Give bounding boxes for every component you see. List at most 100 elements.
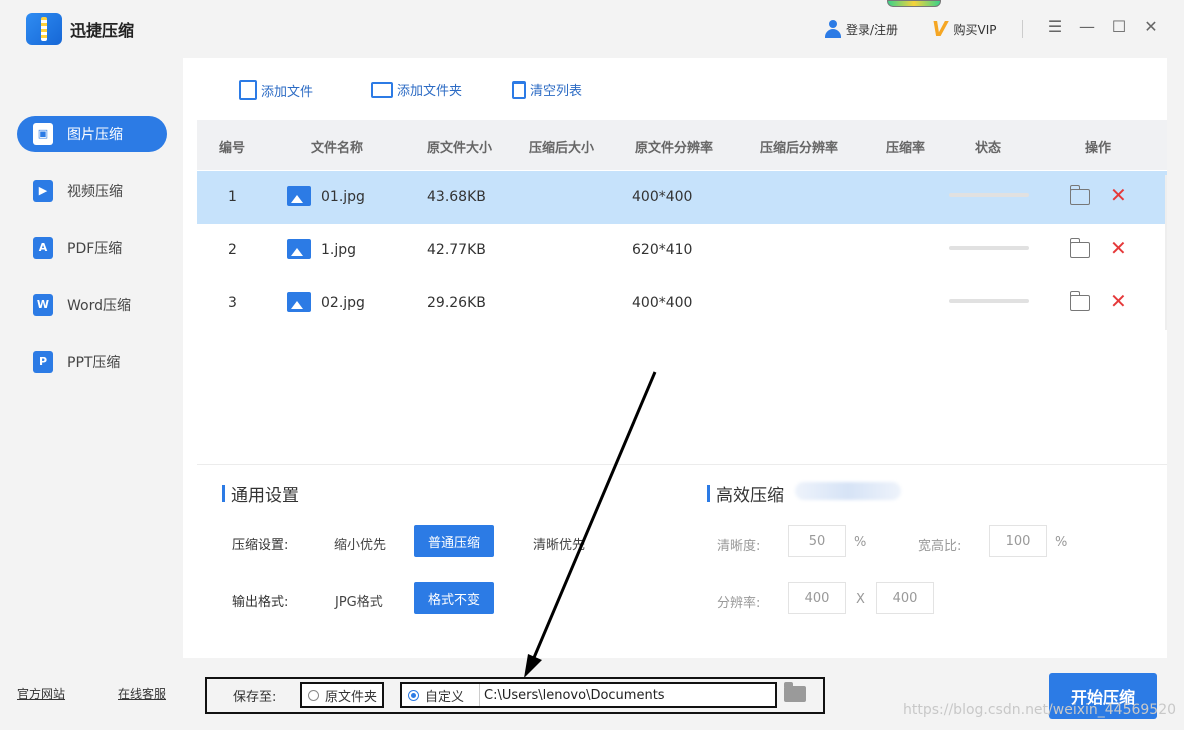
status-progress-bar	[949, 246, 1029, 250]
clear-list-button[interactable]: 清空列表	[512, 80, 582, 99]
table-header: 编号 文件名称 原文件大小 压缩后大小 原文件分辨率 压缩后分辨率 压缩率 状态…	[197, 120, 1167, 170]
website-link[interactable]: 官方网站	[17, 685, 65, 702]
output-format-label: 输出格式:	[232, 595, 289, 610]
clarity-label: 清晰度:	[717, 539, 761, 554]
resolution-width-input[interactable]: 400	[788, 582, 846, 614]
status-progress-bar	[949, 299, 1029, 303]
sidebar-item-label: PPT压缩	[67, 355, 121, 371]
close-button[interactable]: ✕	[1140, 16, 1162, 38]
section-marker	[707, 485, 710, 502]
delete-icon[interactable]: ✕	[1110, 238, 1127, 258]
file-resolution: 620*410	[632, 242, 693, 258]
login-button[interactable]: 登录/注册	[824, 20, 898, 38]
user-icon	[824, 20, 842, 38]
video-compress-icon: ▶	[33, 180, 53, 202]
menu-icon[interactable]: ☰	[1044, 16, 1066, 38]
table-divider	[1165, 175, 1167, 330]
column-header: 操作	[1085, 141, 1112, 156]
save-to-label: 保存至:	[233, 690, 277, 705]
column-header: 文件名称	[311, 141, 364, 156]
file-size: 43.68KB	[427, 189, 486, 205]
watermark: https://blog.csdn.net/weixin_44569520	[903, 702, 1177, 718]
general-settings-label: 通用设置	[231, 486, 299, 506]
delete-icon[interactable]: ✕	[1110, 185, 1127, 205]
settings-panel	[197, 464, 1167, 658]
efficient-compress-title: 高效压缩	[707, 481, 784, 506]
sidebar-item-word[interactable]: W Word压缩	[17, 287, 167, 323]
clear-list-label: 清空列表	[530, 84, 583, 99]
section-marker	[222, 485, 225, 502]
status-progress-bar	[949, 193, 1029, 197]
format-option-keep[interactable]: 格式不变	[414, 582, 494, 614]
add-file-button[interactable]: 添加文件	[239, 80, 313, 100]
clarity-unit: %	[854, 535, 867, 550]
sidebar-item-label: Word压缩	[67, 298, 131, 314]
sidebar-item-label: PDF压缩	[67, 241, 123, 257]
add-file-icon	[239, 80, 257, 100]
app-logo-icon	[26, 13, 62, 45]
output-path-input[interactable]	[479, 684, 764, 706]
add-folder-icon	[371, 81, 393, 98]
open-folder-icon[interactable]	[1069, 238, 1090, 258]
maximize-button[interactable]: ☐	[1108, 16, 1130, 38]
column-header: 状态	[975, 141, 1002, 156]
aspect-ratio-unit: %	[1055, 535, 1068, 550]
radio-original-folder[interactable]: 原文件夹	[300, 682, 384, 708]
title-bar: 迅捷压缩 登录/注册 V 购买VIP ☰ — ☐ ✕	[0, 0, 1184, 58]
pdf-compress-icon: A	[33, 237, 53, 259]
open-folder-icon[interactable]	[1069, 185, 1090, 205]
image-file-icon	[287, 186, 311, 206]
browse-folder-icon[interactable]	[784, 682, 806, 702]
column-header: 压缩后分辨率	[760, 141, 839, 156]
file-name: 01.jpg	[321, 189, 365, 205]
sidebar-item-ppt[interactable]: P PPT压缩	[17, 344, 167, 380]
compress-option-smaller[interactable]: 缩小优先	[334, 534, 386, 553]
vip-icon: V	[932, 17, 948, 41]
row-number: 2	[228, 242, 237, 258]
vip-status-strip	[887, 0, 941, 7]
file-resolution: 400*400	[632, 295, 693, 311]
resolution-label: 分辨率:	[717, 596, 761, 611]
compress-option-normal[interactable]: 普通压缩	[414, 525, 494, 557]
file-size: 42.77KB	[427, 242, 486, 258]
add-folder-label: 添加文件夹	[397, 84, 463, 99]
sidebar-item-video[interactable]: ▶ 视频压缩	[17, 173, 167, 209]
table-row[interactable]: 2 1.jpg 42.77KB 620*410 ✕	[197, 224, 1167, 277]
radio-circle-selected	[408, 689, 419, 701]
table-row[interactable]: 3 02.jpg 29.26KB 400*400 ✕	[197, 277, 1167, 330]
general-settings-title: 通用设置	[222, 481, 299, 506]
image-compress-icon: ▣	[33, 123, 53, 145]
file-resolution: 400*400	[632, 189, 693, 205]
format-option-jpg[interactable]: JPG格式	[335, 591, 383, 610]
table-row[interactable]: 1 01.jpg 43.68KB 400*400 ✕	[197, 171, 1167, 224]
delete-icon[interactable]: ✕	[1110, 291, 1127, 311]
ppt-compress-icon: P	[33, 351, 53, 373]
radio-circle	[308, 689, 319, 701]
compress-option-clear[interactable]: 清晰优先	[533, 534, 585, 553]
compress-setting-label: 压缩设置:	[232, 538, 289, 553]
row-number: 3	[228, 295, 237, 311]
minimize-button[interactable]: —	[1076, 16, 1098, 38]
file-name: 02.jpg	[321, 295, 365, 311]
add-folder-button[interactable]: 添加文件夹	[371, 80, 462, 99]
word-compress-icon: W	[33, 294, 53, 316]
add-file-label: 添加文件	[261, 84, 314, 100]
open-folder-icon[interactable]	[1069, 291, 1090, 311]
login-label: 登录/注册	[846, 22, 899, 37]
aspect-ratio-input[interactable]: 100	[989, 525, 1047, 557]
resolution-height-input[interactable]: 400	[876, 582, 934, 614]
aspect-ratio-label: 宽高比:	[918, 539, 962, 554]
sidebar-item-image[interactable]: ▣ 图片压缩	[17, 116, 167, 152]
sidebar-item-label: 图片压缩	[67, 127, 123, 143]
image-file-icon	[287, 239, 311, 259]
column-header: 编号	[219, 141, 246, 156]
sidebar-item-label: 视频压缩	[67, 184, 123, 200]
title-divider	[1022, 20, 1023, 38]
sidebar-item-pdf[interactable]: A PDF压缩	[17, 230, 167, 266]
buy-vip-button[interactable]: V 购买VIP	[932, 17, 996, 41]
file-name: 1.jpg	[321, 242, 357, 258]
efficient-compress-label: 高效压缩	[716, 486, 784, 506]
clarity-input[interactable]: 50	[788, 525, 846, 557]
trash-icon	[512, 80, 526, 99]
support-link[interactable]: 在线客服	[118, 685, 166, 702]
